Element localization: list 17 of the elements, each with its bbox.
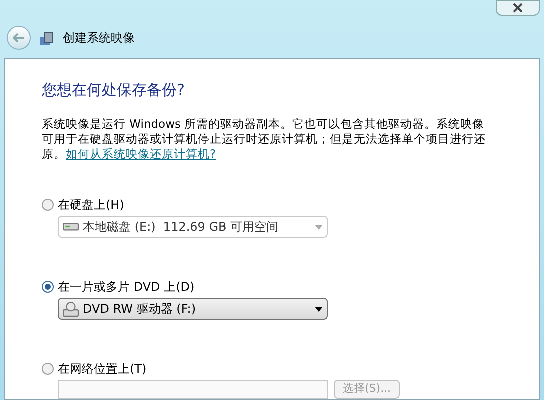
- option-label: 在网络位置上(T): [58, 361, 147, 378]
- back-button[interactable]: [7, 26, 31, 50]
- caret-icon: [315, 306, 323, 312]
- close-icon: [513, 3, 523, 13]
- back-arrow-icon: [13, 32, 25, 42]
- radio-button[interactable]: [42, 281, 54, 293]
- window-title: 创建系统映像: [63, 30, 135, 46]
- description-text: 系统映像是运行 Windows 所需的驱动器副本。它也可以包含其他驱动器。系统映像可用于在硬盘驱动器或计算机停止运行时还原计算机；但是无法选择单个项目进行还原。如何从系统映像还原计算机?: [42, 117, 487, 162]
- drive-dropdown[interactable]: DVD RW 驱动器 (F:): [58, 298, 328, 320]
- hard-drive-icon: [63, 223, 79, 231]
- page-heading: 您想在何处保存备份?: [42, 80, 186, 100]
- option-label: 在硬盘上(H): [58, 197, 124, 214]
- option-label: 在一片或多片 DVD 上(D): [58, 279, 195, 296]
- caret-icon: [315, 224, 323, 230]
- backup-icon: [39, 30, 55, 46]
- close-button[interactable]: [496, 0, 540, 16]
- help-link[interactable]: 如何从系统映像还原计算机?: [66, 147, 216, 161]
